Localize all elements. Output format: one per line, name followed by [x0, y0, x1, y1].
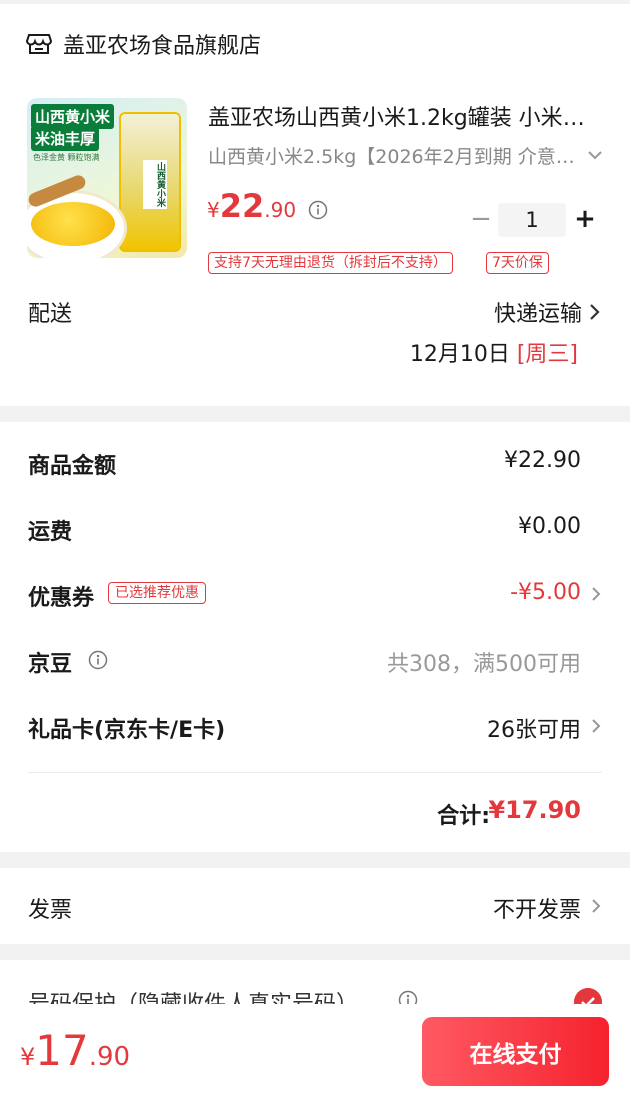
chevron-down-icon[interactable] [586, 146, 604, 164]
gift-card-label: 礼品卡(京东卡/E卡) [28, 718, 226, 743]
product-package-label: 山西黄小米 [143, 160, 167, 209]
goods-amount-value: ¥22.90 [504, 448, 581, 473]
gift-card-value[interactable]: 26张可用 [487, 712, 581, 744]
total-value: ¥17.90 [488, 796, 581, 824]
coupon-value[interactable]: -¥5.00 [510, 580, 581, 605]
invoice-value[interactable]: 不开发票 [493, 892, 581, 924]
product-price: ¥22.90 [207, 187, 297, 225]
product-image-tags: 色泽金黄 颗粒饱满 [33, 153, 100, 162]
total-label: 合计: [437, 804, 490, 829]
coupon-label: 优惠券 [28, 586, 95, 611]
price-protect-tag: 7天价保 [486, 252, 549, 274]
return-policy-tag: 支持7天无理由退货（拆封后不支持） [208, 252, 453, 274]
chevron-right-icon[interactable] [590, 716, 602, 736]
shipping-label: 配送 [28, 302, 73, 327]
freight-value: ¥0.00 [518, 514, 581, 539]
info-icon[interactable] [88, 650, 108, 670]
pay-amount: ¥17.90 [20, 1026, 131, 1075]
product-title[interactable]: 盖亚农场山西黄小米1.2kg罐装 小米粥 五谷杂粮 [208, 100, 603, 132]
invoice-label: 发票 [28, 898, 73, 923]
shipping-method[interactable]: 快递运输 [494, 296, 582, 328]
chevron-right-icon[interactable] [588, 302, 602, 322]
store-icon [26, 34, 52, 54]
delivery-date[interactable]: 12月10日 [周三] [410, 336, 578, 368]
goods-amount-label: 商品金额 [28, 454, 117, 479]
quantity-increase-button[interactable]: + [574, 203, 596, 237]
store-name[interactable]: 盖亚农场食品旗舰店 [63, 28, 261, 60]
order-item-card: 盖亚农场食品旗舰店 山西黄小米 米油丰厚 色泽金黄 颗粒饱满 山西黄小米 盖亚农… [0, 4, 630, 406]
checkout-bar: ¥17.90 在线支付 [0, 1004, 630, 1100]
pay-online-button[interactable]: 在线支付 [422, 1017, 609, 1086]
product-image[interactable]: 山西黄小米 米油丰厚 色泽金黄 颗粒饱满 山西黄小米 [27, 98, 187, 258]
freight-label: 运费 [28, 520, 73, 545]
quantity-decrease-button[interactable]: − [470, 203, 492, 237]
price-summary-card: 商品金额 ¥22.90 运费 ¥0.00 优惠券 已选推荐优惠 -¥5.00 京… [0, 422, 630, 852]
product-spec[interactable]: 山西黄小米2.5kg【2026年2月到期 介意慎拍】 [208, 142, 578, 169]
coupon-badge: 已选推荐优惠 [108, 582, 206, 604]
divider [28, 772, 602, 773]
info-icon[interactable] [308, 200, 328, 220]
product-image-subline: 米油丰厚 [31, 126, 100, 151]
jd-beans-label: 京豆 [28, 652, 73, 677]
chevron-right-icon[interactable] [590, 896, 602, 916]
jd-beans-value: 共308，满500可用 [387, 652, 581, 677]
quantity-input[interactable]: 1 [498, 203, 566, 237]
chevron-right-icon[interactable] [590, 584, 602, 604]
invoice-row[interactable]: 发票 不开发票 [0, 868, 630, 944]
